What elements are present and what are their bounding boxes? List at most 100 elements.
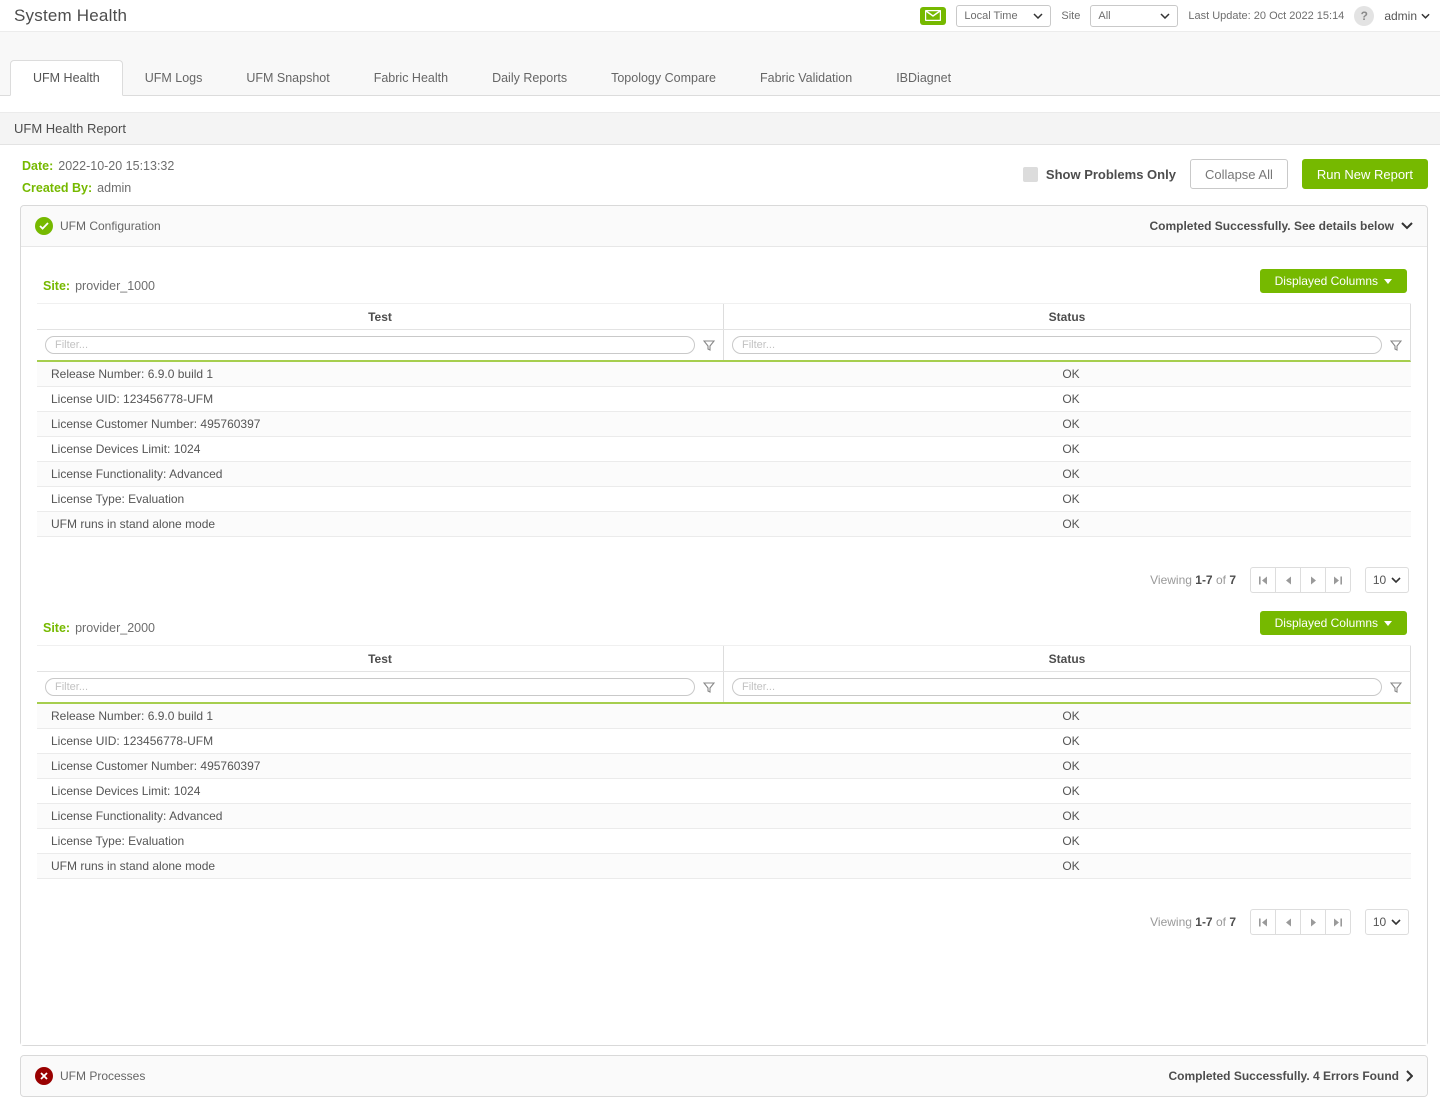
chevron-down-icon	[1160, 13, 1170, 19]
table-row: License Customer Number: 495760397 OK	[37, 754, 1411, 779]
status-cell: OK	[731, 362, 1411, 386]
panel-title: UFM Processes	[60, 1069, 145, 1083]
chevron-down-icon	[1391, 919, 1401, 925]
last-page-icon[interactable]	[1325, 567, 1351, 593]
health-table: Test Status	[37, 645, 1411, 879]
ufm-configuration-header[interactable]: UFM Configuration Completed Successfully…	[21, 206, 1427, 246]
chevron-down-icon	[1033, 13, 1043, 19]
filter-icon[interactable]	[703, 340, 715, 351]
page-size-select[interactable]: 10	[1365, 909, 1409, 935]
table-row: License Devices Limit: 1024 OK	[37, 779, 1411, 804]
site-label: Site:	[43, 621, 70, 635]
column-header-status[interactable]: Status	[723, 304, 1410, 329]
created-by-value: admin	[97, 181, 131, 195]
status-cell: OK	[731, 437, 1411, 461]
run-new-report-button[interactable]: Run New Report	[1302, 159, 1428, 189]
mail-icon[interactable]	[920, 7, 946, 25]
status-filter-input[interactable]	[732, 678, 1382, 696]
viewing-text: Viewing 1-7 of 7	[1150, 573, 1236, 587]
site-name: provider_1000	[75, 279, 155, 293]
user-menu[interactable]: admin	[1384, 9, 1430, 23]
date-label: Date:	[22, 159, 53, 173]
tab-topology-compare[interactable]: Topology Compare	[589, 61, 738, 95]
status-cell: OK	[731, 729, 1411, 753]
displayed-columns-button[interactable]: Displayed Columns	[1260, 611, 1407, 635]
status-cell: OK	[731, 387, 1411, 411]
prev-page-icon[interactable]	[1275, 567, 1301, 593]
test-cell: License Customer Number: 495760397	[37, 754, 731, 778]
last-page-icon[interactable]	[1325, 909, 1351, 935]
table-row: License Type: Evaluation OK	[37, 487, 1411, 512]
report-meta: Date: 2022-10-20 15:13:32 Created By: ad…	[22, 159, 174, 195]
first-page-icon[interactable]	[1250, 567, 1276, 593]
ufm-configuration-body: Site: provider_1000 Displayed Columns Te…	[21, 246, 1427, 1045]
column-header-test[interactable]: Test	[37, 304, 723, 329]
timezone-select[interactable]: Local Time	[956, 5, 1051, 27]
show-problems-checkbox[interactable]	[1023, 167, 1038, 182]
help-icon[interactable]: ?	[1354, 6, 1374, 26]
pagination: Viewing 1-7 of 7	[37, 537, 1411, 603]
panel-title: UFM Configuration	[60, 219, 161, 233]
app-header: System Health Local Time Site All Last U…	[0, 0, 1440, 32]
site-section-provider-2000: Site: provider_2000 Displayed Columns Te…	[37, 603, 1411, 945]
filter-icon[interactable]	[1390, 682, 1402, 693]
report-title: UFM Health Report	[14, 121, 126, 136]
tab-daily-reports[interactable]: Daily Reports	[470, 61, 589, 95]
page-size-value: 10	[1373, 573, 1386, 587]
site-select-value: All	[1098, 10, 1110, 22]
column-header-test[interactable]: Test	[37, 646, 723, 671]
tab-ufm-snapshot[interactable]: UFM Snapshot	[224, 61, 351, 95]
site-label: Site:	[43, 279, 70, 293]
health-table: Test Status	[37, 303, 1411, 537]
tab-ibdiagnet[interactable]: IBDiagnet	[874, 61, 973, 95]
test-cell: License UID: 123456778-UFM	[37, 729, 731, 753]
filter-icon[interactable]	[1390, 340, 1402, 351]
timezone-value: Local Time	[964, 10, 1017, 22]
pagination: Viewing 1-7 of 7	[37, 879, 1411, 945]
test-cell: License Functionality: Advanced	[37, 804, 731, 828]
next-page-icon[interactable]	[1300, 567, 1326, 593]
table-row: Release Number: 6.9.0 build 1 OK	[37, 704, 1411, 729]
success-icon	[35, 217, 53, 235]
test-cell: License Type: Evaluation	[37, 487, 731, 511]
table-row: License Functionality: Advanced OK	[37, 462, 1411, 487]
status-cell: OK	[731, 779, 1411, 803]
displayed-columns-button[interactable]: Displayed Columns	[1260, 269, 1407, 293]
status-cell: OK	[731, 412, 1411, 436]
table-row: UFM runs in stand alone mode OK	[37, 854, 1411, 879]
test-cell: Release Number: 6.9.0 build 1	[37, 362, 731, 386]
chevron-right-icon[interactable]	[1406, 1070, 1413, 1082]
next-page-icon[interactable]	[1300, 909, 1326, 935]
first-page-icon[interactable]	[1250, 909, 1276, 935]
chevron-down-icon[interactable]	[1401, 222, 1413, 230]
test-filter-input[interactable]	[45, 336, 695, 354]
chevron-down-icon	[1421, 13, 1430, 19]
page-size-select[interactable]: 10	[1365, 567, 1409, 593]
last-update-text: Last Update: 20 Oct 2022 15:14	[1188, 10, 1344, 22]
test-cell: License Functionality: Advanced	[37, 462, 731, 486]
show-problems-label: Show Problems Only	[1046, 167, 1176, 182]
tab-fabric-health[interactable]: Fabric Health	[352, 61, 470, 95]
status-filter-input[interactable]	[732, 336, 1382, 354]
tab-ufm-health[interactable]: UFM Health	[10, 60, 123, 96]
site-select[interactable]: All	[1090, 5, 1178, 27]
chevron-down-icon	[1384, 279, 1392, 284]
test-cell: UFM runs in stand alone mode	[37, 512, 731, 536]
status-cell: OK	[731, 512, 1411, 536]
test-filter-input[interactable]	[45, 678, 695, 696]
header-controls: Local Time Site All Last Update: 20 Oct …	[920, 5, 1430, 27]
prev-page-icon[interactable]	[1275, 909, 1301, 935]
tab-ufm-logs[interactable]: UFM Logs	[123, 61, 225, 95]
tab-fabric-validation[interactable]: Fabric Validation	[738, 61, 874, 95]
site-section-provider-1000: Site: provider_1000 Displayed Columns Te…	[37, 261, 1411, 603]
status-cell: OK	[731, 829, 1411, 853]
report-meta-row: Date: 2022-10-20 15:13:32 Created By: ad…	[0, 145, 1440, 205]
report-section-header: UFM Health Report	[0, 112, 1440, 145]
column-header-status[interactable]: Status	[723, 646, 1410, 671]
filter-icon[interactable]	[703, 682, 715, 693]
displayed-columns-label: Displayed Columns	[1275, 616, 1378, 630]
page-size-value: 10	[1373, 915, 1386, 929]
ufm-processes-header[interactable]: UFM Processes Completed Successfully. 4 …	[21, 1056, 1427, 1096]
ufm-processes-panel: UFM Processes Completed Successfully. 4 …	[20, 1055, 1428, 1097]
collapse-all-button[interactable]: Collapse All	[1190, 159, 1288, 189]
